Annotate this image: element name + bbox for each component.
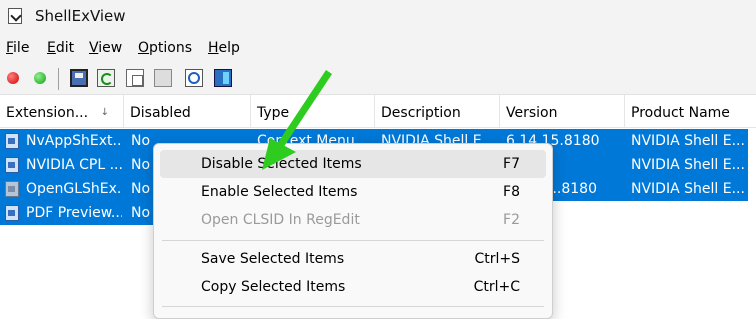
enable-green-dot-icon[interactable] (34, 72, 46, 84)
column-header-label: Extension... (6, 105, 89, 121)
menu-item-label: Copy Selected Items (201, 279, 346, 295)
save-icon[interactable] (70, 69, 88, 87)
title-bar: ShellExView (0, 0, 756, 36)
cell-disabled: No (131, 157, 151, 173)
toolbar-separator (58, 68, 59, 90)
column-header-label: Description (381, 105, 461, 121)
copy-icon[interactable] (126, 69, 144, 87)
cell-version: ...8180 (548, 181, 597, 197)
column-header-extension[interactable]: Extension... ↓ (0, 95, 124, 127)
find-icon[interactable] (185, 69, 203, 87)
cell-disabled: No (131, 181, 151, 197)
menu-file[interactable]: File (6, 40, 29, 56)
table-row[interactable]: PDF Preview... No (0, 201, 160, 225)
cell-extension: PDF Preview... (26, 205, 122, 221)
menu-item-label: Save Selected Items (201, 251, 345, 267)
column-header-product-name[interactable]: Product Name (625, 95, 756, 127)
menu-item-shortcut: Ctrl+S (474, 251, 520, 267)
menu-separator (162, 306, 544, 307)
menu-separator (162, 240, 544, 241)
menu-item-shortcut: Ctrl+C (473, 279, 520, 295)
cell-product-name: NVIDIA Shell E... (631, 181, 745, 197)
menu-item-copy-selected[interactable]: Copy Selected Items Ctrl+C (160, 273, 546, 301)
menu-item-enable-selected[interactable]: Enable Selected Items F8 (160, 178, 546, 206)
cell-extension: NVIDIA CPL ... (26, 157, 122, 173)
menu-view[interactable]: View (89, 40, 122, 56)
column-header-type[interactable]: Type (251, 95, 375, 127)
cell-product-name: NVIDIA Shell E... (631, 157, 745, 173)
exit-icon[interactable] (214, 69, 232, 87)
app-icon (8, 8, 22, 24)
column-header-disabled[interactable]: Disabled (124, 95, 251, 127)
cell-disabled: No (131, 205, 151, 221)
sort-arrow-icon: ↓ (100, 107, 109, 118)
menu-item-disable-selected[interactable]: Disable Selected Items F7 (160, 150, 546, 178)
window-title: ShellExView (35, 7, 126, 25)
list-header: Extension... ↓ Disabled Type Description… (0, 95, 756, 128)
extension-icon (5, 133, 19, 149)
refresh-icon[interactable] (97, 69, 115, 87)
menu-bar: File Edit View Options Help (0, 36, 756, 62)
column-header-label: Type (257, 105, 290, 121)
toolbar (0, 62, 756, 95)
menu-item-shortcut: F8 (503, 184, 520, 200)
menu-item-shortcut: F7 (503, 156, 520, 172)
menu-help[interactable]: Help (208, 40, 240, 56)
column-header-version[interactable]: Version (500, 95, 625, 127)
menu-item-label: Enable Selected Items (201, 184, 358, 200)
column-header-label: Version (506, 105, 558, 121)
menu-options[interactable]: Options (138, 40, 192, 56)
menu-item-save-selected[interactable]: Save Selected Items Ctrl+S (160, 245, 546, 273)
context-menu: Disable Selected Items F7 Enable Selecte… (153, 143, 553, 319)
menu-item-label: Open CLSID In RegEdit (201, 212, 360, 228)
extension-grey-icon (5, 181, 19, 197)
column-header-description[interactable]: Description (375, 95, 500, 127)
menu-item-label: Disable Selected Items (201, 156, 362, 172)
disable-red-dot-icon[interactable] (7, 72, 19, 84)
extension-icon (5, 157, 19, 173)
column-header-label: Disabled (130, 105, 191, 121)
properties-icon[interactable] (154, 69, 172, 87)
menu-edit[interactable]: Edit (47, 40, 74, 56)
menu-item-open-clsid: Open CLSID In RegEdit F2 (160, 206, 546, 234)
cell-product-name: NVIDIA Shell E... (631, 133, 745, 149)
cell-extension: OpenGLShEx... (26, 181, 122, 197)
cell-extension: NvAppShExt... (26, 133, 122, 149)
column-header-label: Product Name (631, 105, 730, 121)
extension-icon (5, 205, 19, 221)
menu-item-shortcut: F2 (503, 212, 520, 228)
